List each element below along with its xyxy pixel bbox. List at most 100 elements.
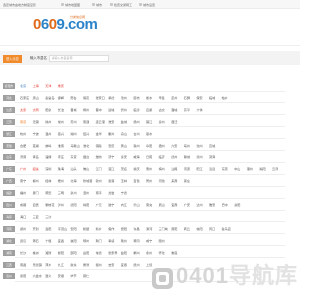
province-label[interactable]: 湖北 xyxy=(3,237,15,244)
city-link[interactable]: 保安 xyxy=(196,96,202,100)
city-link[interactable]: 淮安 xyxy=(108,120,114,124)
city-link[interactable]: 娄底 xyxy=(171,251,177,255)
city-link[interactable]: 资阳 xyxy=(234,203,240,207)
city-link[interactable]: 信阳 xyxy=(196,227,202,231)
city-link[interactable]: 襄阳 xyxy=(70,239,76,243)
city-link[interactable]: 邯郸 xyxy=(58,96,64,100)
city-link[interactable]: 新乡 xyxy=(96,227,102,231)
city-link[interactable]: 成都 xyxy=(20,203,26,207)
province-label[interactable]: 四川 xyxy=(3,202,15,208)
city-link[interactable]: 百色 xyxy=(133,179,139,183)
city-link[interactable]: 古交 xyxy=(159,108,165,112)
city-link[interactable]: 咸宁 xyxy=(146,239,152,243)
city-link[interactable]: 临汾 xyxy=(133,108,139,112)
city-link[interactable]: 汕头 xyxy=(70,167,76,171)
city-link[interactable]: 滨州 xyxy=(196,155,202,159)
topbar-item[interactable]: 检查交通网工 xyxy=(110,3,132,7)
city-link[interactable]: 吕梁 xyxy=(146,108,152,112)
city-link[interactable]: 厦门 xyxy=(33,191,39,195)
city-link[interactable]: 漳州 xyxy=(83,191,89,195)
city-link[interactable]: 辛集 xyxy=(159,96,165,100)
province-label[interactable]: 山西 xyxy=(3,106,15,113)
city-link[interactable]: 汕尾 xyxy=(171,167,177,171)
city-link[interactable]: 益阳 xyxy=(121,251,127,255)
city-link[interactable]: 晋中 xyxy=(96,108,102,112)
city-link[interactable]: 江门 xyxy=(96,167,102,171)
city-link[interactable]: 随州 xyxy=(159,239,165,243)
city-link[interactable]: 韶关 xyxy=(33,167,39,171)
city-link[interactable]: 介休 xyxy=(196,108,202,112)
province-label[interactable]: 湖南 xyxy=(3,249,15,256)
city-link[interactable]: 临城 xyxy=(209,96,215,100)
province-label[interactable]: 河北 xyxy=(3,94,15,101)
topbar-item[interactable]: 城市设置 xyxy=(139,3,155,7)
city-link[interactable]: 潮州 xyxy=(247,167,253,171)
city-link[interactable]: 巴中 xyxy=(222,203,228,207)
city-link[interactable]: 焦作 xyxy=(108,227,114,231)
province-label[interactable]: 广东 xyxy=(3,166,15,173)
city-link[interactable]: 赣州 xyxy=(96,263,102,267)
city-link[interactable]: 河池 xyxy=(159,179,165,183)
province-label[interactable]: 直辖市 xyxy=(3,83,15,89)
topbar-item[interactable]: 城市 xyxy=(92,3,102,7)
province-label[interactable]: 广西 xyxy=(3,178,15,185)
city-link[interactable]: 无锡 xyxy=(33,120,39,124)
city-link[interactable]: 河源 xyxy=(184,167,190,171)
city-link[interactable]: 池州 xyxy=(196,144,202,148)
city-link[interactable]: 衡阳 xyxy=(58,251,64,255)
city-link[interactable]: 龙岩 xyxy=(108,191,114,195)
city-link[interactable]: 阳泉 xyxy=(45,108,51,112)
city-link[interactable]: 石狮 xyxy=(184,96,190,100)
city-link[interactable]: 梅州 xyxy=(159,167,165,171)
city-link[interactable]: 铜陵 xyxy=(96,144,102,148)
city-link[interactable]: 马鞍山 xyxy=(70,144,79,148)
search-input[interactable] xyxy=(49,54,109,62)
city-link[interactable]: 绍兴 xyxy=(83,132,89,136)
city-link[interactable]: 广元 xyxy=(96,203,102,207)
city-link[interactable]: 张家界 xyxy=(108,251,117,255)
city-link[interactable]: 三门峡 xyxy=(159,227,168,231)
city-link[interactable]: 铜仁 xyxy=(83,274,89,278)
city-link[interactable]: 承德 xyxy=(108,96,114,100)
city-link[interactable]: 永州 xyxy=(146,251,152,255)
city-link[interactable]: 德阳 xyxy=(70,203,76,207)
city-link[interactable]: 惠州 xyxy=(146,167,152,171)
city-link[interactable]: 台州 xyxy=(133,132,139,136)
city-link[interactable]: 鹰潭 xyxy=(83,263,89,267)
city-link[interactable]: 德州 xyxy=(171,155,177,159)
city-link[interactable]: 防城港 xyxy=(83,179,92,183)
city-link[interactable]: 眉山 xyxy=(159,203,165,207)
city-link[interactable]: 湛江 xyxy=(108,167,114,171)
city-link[interactable]: 孝感 xyxy=(108,239,114,243)
city-link[interactable]: 泰州 xyxy=(159,120,165,124)
search-tab[interactable]: 进入示意 xyxy=(3,55,22,63)
city-link[interactable]: 保定 xyxy=(83,96,89,100)
city-link[interactable]: 萍乡 xyxy=(45,263,51,267)
city-link[interactable]: 张家口 xyxy=(96,96,105,100)
city-link[interactable]: 广州 xyxy=(20,167,26,171)
city-link[interactable]: 开封 xyxy=(33,227,39,231)
city-link[interactable]: 徐州 xyxy=(45,120,51,124)
city-link[interactable]: 内江 xyxy=(121,203,127,207)
city-link[interactable]: 宜春 xyxy=(121,263,127,267)
city-link[interactable]: 许昌 xyxy=(133,227,139,231)
city-link[interactable]: 常德 xyxy=(96,251,102,255)
city-link[interactable]: 淮北 xyxy=(83,144,89,148)
city-link[interactable]: 潍坊 xyxy=(96,155,102,159)
city-link[interactable]: 梧州 xyxy=(58,179,64,183)
city-link[interactable]: 聊城 xyxy=(184,155,190,159)
city-link[interactable]: 太原 xyxy=(20,108,26,112)
province-label[interactable]: 福建 xyxy=(3,190,15,197)
province-label[interactable]: 河南 xyxy=(3,225,15,232)
city-link[interactable]: 雅安 xyxy=(209,203,215,207)
city-link[interactable]: 南京 xyxy=(20,120,26,124)
city-link[interactable]: 盐城 xyxy=(121,120,127,124)
city-link[interactable]: 南充 xyxy=(146,203,152,207)
city-link[interactable]: 东营 xyxy=(70,155,76,159)
city-link[interactable]: 芜湖 xyxy=(33,144,39,148)
city-link[interactable]: 长治 xyxy=(58,108,64,112)
city-link[interactable]: 合肥 xyxy=(20,144,26,148)
city-link[interactable]: 商丘 xyxy=(184,227,190,231)
city-link[interactable]: 桂林 xyxy=(45,179,51,183)
city-link[interactable]: 九江 xyxy=(58,263,64,267)
